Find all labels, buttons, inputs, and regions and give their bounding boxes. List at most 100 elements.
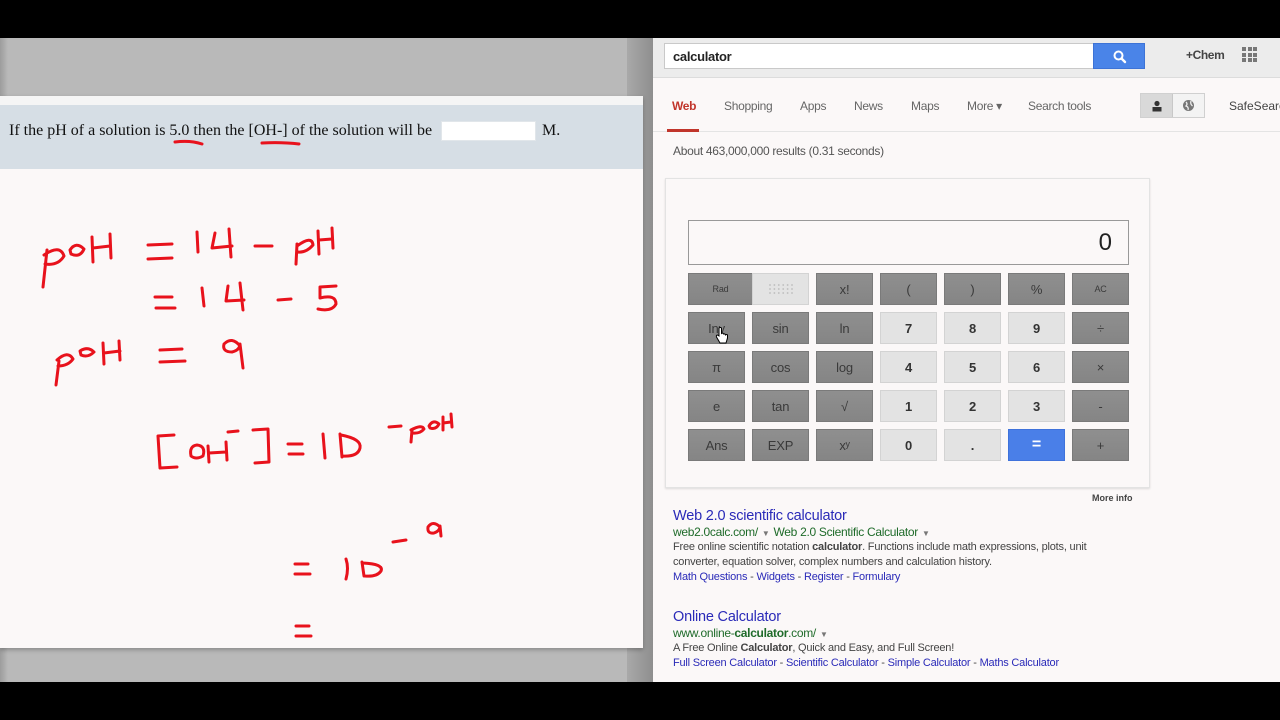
calc-key-sym36[interactable]: - <box>1072 390 1129 422</box>
ink-line-4 <box>156 412 454 470</box>
calc-key-sym05[interactable]: % <box>1008 273 1065 305</box>
sitelink[interactable]: Full Screen Calculator <box>673 657 777 669</box>
ink-line-3 <box>54 339 245 387</box>
result-title[interactable]: Web 2.0 scientific calculator <box>673 508 1123 524</box>
search-tabs: Web Shopping Apps News Maps More ▾ Searc… <box>653 90 1280 132</box>
calculator-display: 0 <box>688 220 1129 265</box>
question-part1: If the pH of a solution is <box>9 122 166 139</box>
result-sitelinks: Math Questions - Widgets - Register - Fo… <box>673 571 901 583</box>
global-results-button[interactable] <box>1173 94 1204 117</box>
dropdown-arrow-icon[interactable]: ▼ <box>922 529 930 538</box>
question-part3: of the solution will be <box>291 122 433 139</box>
result-snippet: Free online scientific notation calculat… <box>673 541 1087 568</box>
deg-dots-icon <box>768 284 793 294</box>
result-url: web2.0calc.com/ <box>673 525 758 539</box>
search-result: Online Calculator www.online-calculator.… <box>673 609 1123 669</box>
calc-key-sin[interactable]: sin <box>752 312 809 344</box>
more-info-link[interactable]: More info <box>1092 493 1133 503</box>
calc-key-tan[interactable]: tan <box>752 390 809 422</box>
sitelink[interactable]: Maths Calculator <box>980 657 1060 669</box>
handwriting-ink <box>41 139 454 638</box>
calc-key-1[interactable]: 1 <box>880 390 937 422</box>
calculator-widget: 0 Rad x!()% AC Inv sin ln 7 8 9 ÷ π cos log 4 5 6 × e tan √… <box>665 178 1150 488</box>
whiteboard-document: If the pH of a solution is 5.0 then the … <box>0 96 643 648</box>
result-stats: About 463,000,000 results (0.31 seconds) <box>673 144 884 158</box>
tab-shopping[interactable]: Shopping <box>724 99 773 113</box>
calc-key-x[interactable]: x! <box>816 273 873 305</box>
sitelink[interactable]: Formulary <box>853 571 901 583</box>
ink-line-2 <box>153 281 338 312</box>
calc-key-sym46[interactable]: + <box>1072 429 1129 461</box>
calc-key-sym45[interactable]: = <box>1008 429 1065 461</box>
tab-search-tools[interactable]: Search tools <box>1028 99 1091 113</box>
calc-key-sym20[interactable]: π <box>688 351 745 383</box>
calc-key-x[interactable]: xʸ <box>816 429 873 461</box>
calc-key-sym32[interactable]: √ <box>816 390 873 422</box>
search-header: calculator +Chem <box>653 38 1280 78</box>
apps-grid-icon[interactable] <box>1242 47 1257 62</box>
calc-key-sym16[interactable]: ÷ <box>1072 312 1129 344</box>
calc-key-rad[interactable]: Rad <box>688 273 752 305</box>
result-sitelinks: Full Screen Calculator - Scientific Calc… <box>673 657 1060 669</box>
calc-key-sym26[interactable]: × <box>1072 351 1129 383</box>
calc-key-log[interactable]: log <box>816 351 873 383</box>
person-icon <box>1152 100 1161 111</box>
calc-key-ac[interactable]: AC <box>1072 273 1129 305</box>
ph-value: 5.0 <box>169 122 190 139</box>
active-tab-indicator <box>667 129 699 132</box>
sitelink[interactable]: Simple Calculator <box>888 657 971 669</box>
calc-key-5[interactable]: 5 <box>944 351 1001 383</box>
globe-icon <box>1183 100 1194 111</box>
ink-line-6 <box>294 624 313 638</box>
dropdown-arrow-icon[interactable]: ▼ <box>820 630 828 639</box>
dropdown-arrow-icon[interactable]: ▼ <box>762 529 770 538</box>
calc-key-sym03[interactable]: ( <box>880 273 937 305</box>
sitelink[interactable]: Scientific Calculator <box>786 657 879 669</box>
magnifier-icon <box>1113 50 1127 64</box>
tab-news[interactable]: News <box>854 99 883 113</box>
google-search-page: calculator +Chem Web Shopping Apps News … <box>653 38 1280 682</box>
personal-results-button[interactable] <box>1141 94 1173 117</box>
unit-label: M. <box>542 122 561 139</box>
ink-line-1 <box>41 226 335 289</box>
calc-key-sym04[interactable]: ) <box>944 273 1001 305</box>
question-pane: If the pH of a solution is 5.0 then the … <box>0 38 653 682</box>
tab-apps[interactable]: Apps <box>800 99 826 113</box>
sitelink[interactable]: Math Questions <box>673 571 747 583</box>
user-profile-link[interactable]: +Chem <box>1186 48 1225 62</box>
calc-key-deg[interactable] <box>752 273 809 305</box>
question-part2: then the <box>193 122 245 139</box>
calc-key-0[interactable]: 0 <box>880 429 937 461</box>
result-title[interactable]: Online Calculator <box>673 609 1123 625</box>
answer-input[interactable] <box>441 121 537 141</box>
ink-line-5 <box>293 522 443 581</box>
result-snippet: A Free Online Calculator, Quick and Easy… <box>673 642 955 654</box>
calc-key-e[interactable]: e <box>688 390 745 422</box>
calc-key-sym44[interactable]: . <box>944 429 1001 461</box>
tab-more[interactable]: More ▾ <box>967 99 1002 113</box>
search-input[interactable]: calculator <box>664 43 1094 69</box>
sitelink[interactable]: Widgets <box>756 571 795 583</box>
calc-key-2[interactable]: 2 <box>944 390 1001 422</box>
tab-maps[interactable]: Maps <box>911 99 939 113</box>
calc-key-3[interactable]: 3 <box>1008 390 1065 422</box>
safesearch-menu[interactable]: SafeSearch <box>1229 99 1280 113</box>
personal-results-toggle <box>1140 93 1205 118</box>
result-breadcrumb: Web 2.0 Scientific Calculator <box>773 525 919 539</box>
calc-key-8[interactable]: 8 <box>944 312 1001 344</box>
calc-key-6[interactable]: 6 <box>1008 351 1065 383</box>
species: [OH-] <box>248 122 288 139</box>
calc-key-exp[interactable]: EXP <box>752 429 809 461</box>
screen: If the pH of a solution is 5.0 then the … <box>0 0 1280 720</box>
calc-key-cos[interactable]: cos <box>752 351 809 383</box>
calc-key-7[interactable]: 7 <box>880 312 937 344</box>
calc-key-ln[interactable]: ln <box>816 312 873 344</box>
calc-key-4[interactable]: 4 <box>880 351 937 383</box>
search-button[interactable] <box>1093 43 1145 69</box>
question-text: If the pH of a solution is 5.0 then the … <box>0 105 643 169</box>
sitelink[interactable]: Register <box>804 571 844 583</box>
search-result: Web 2.0 scientific calculator web2.0calc… <box>673 508 1123 583</box>
calc-key-9[interactable]: 9 <box>1008 312 1065 344</box>
calc-key-ans[interactable]: Ans <box>688 429 745 461</box>
tab-web[interactable]: Web <box>672 99 697 113</box>
